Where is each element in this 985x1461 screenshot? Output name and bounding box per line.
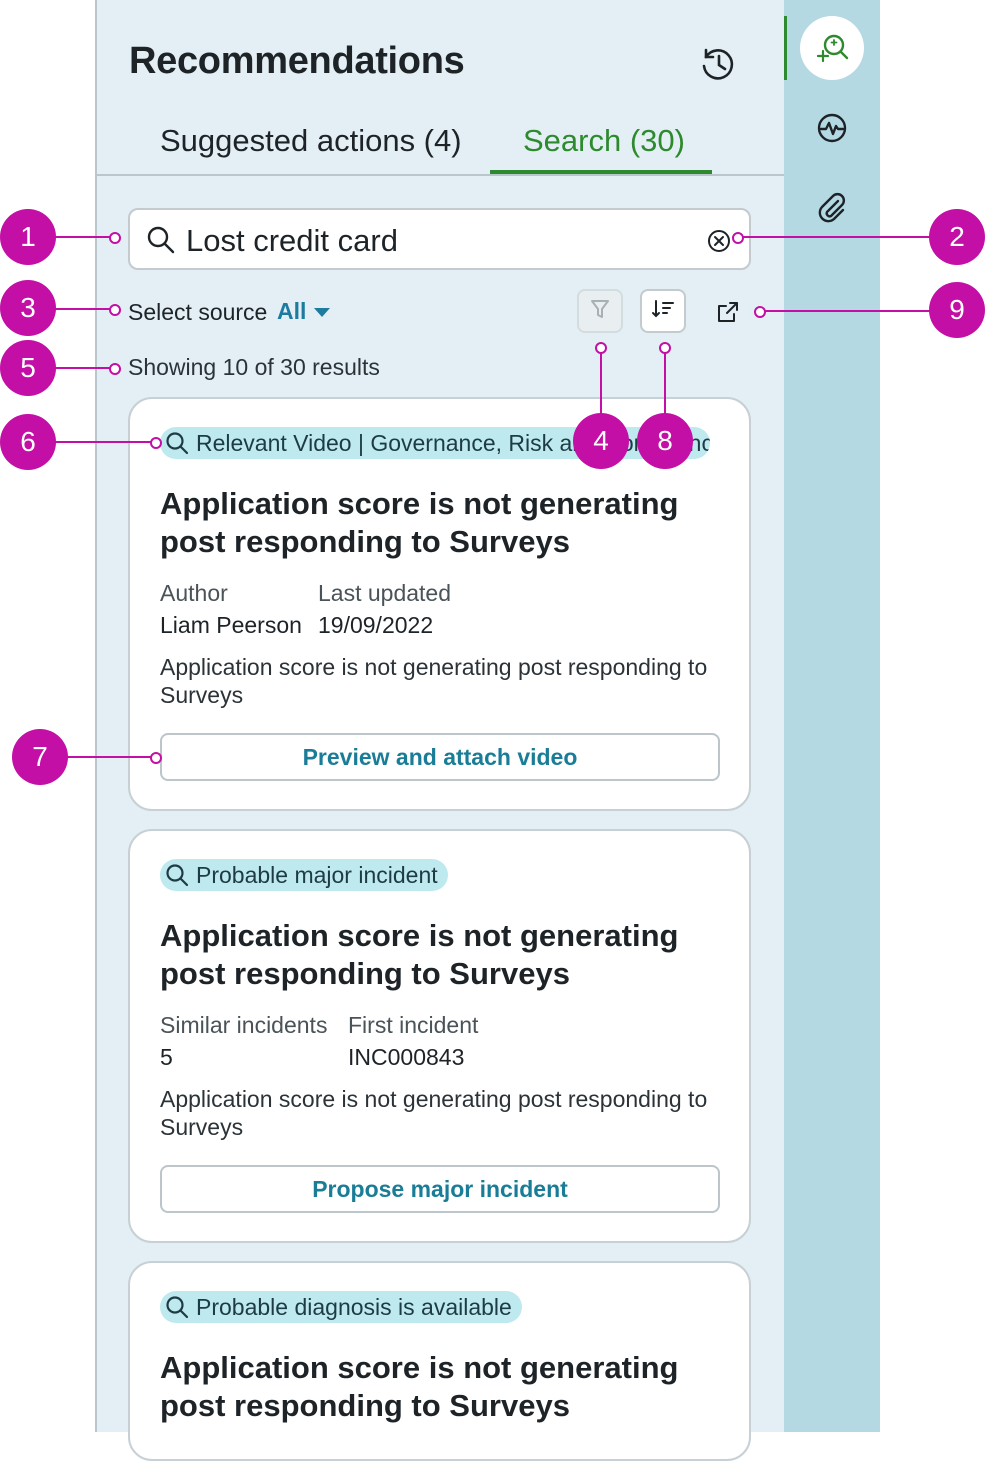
- last-updated-value: 19/09/2022: [318, 612, 434, 638]
- ai-search-icon[interactable]: [800, 16, 864, 80]
- source-label: Select source: [128, 299, 268, 325]
- author-label: Author: [160, 580, 228, 606]
- search-icon: [166, 432, 189, 455]
- callout-badge: 7: [12, 729, 68, 785]
- callout-anchor: [109, 363, 121, 375]
- callout-anchor: [732, 232, 744, 244]
- callout-badge: 9: [929, 282, 985, 338]
- result-card: Probable major incident Application scor…: [128, 829, 751, 1243]
- callout-badge: 3: [0, 280, 56, 336]
- open-external-icon[interactable]: [716, 300, 740, 329]
- card-tag-text: Probable diagnosis is available: [196, 1293, 512, 1320]
- activity-icon[interactable]: [800, 96, 864, 160]
- source-dropdown[interactable]: All: [277, 298, 306, 325]
- sort-button[interactable]: [640, 289, 686, 333]
- similar-incidents-field: Similar incidents 5: [160, 1009, 327, 1073]
- propose-major-incident-button[interactable]: Propose major incident: [160, 1165, 720, 1213]
- rail-active-indicator: [784, 16, 787, 80]
- author-value: Liam Peerson: [160, 612, 302, 638]
- card-title: Application score is not generating post…: [160, 918, 679, 991]
- callout-anchor: [150, 752, 162, 764]
- tabs-divider: [95, 174, 784, 176]
- callout-badge: 4: [573, 413, 629, 469]
- first-incident-field: First incident INC000843: [348, 1009, 478, 1073]
- last-updated-field: Last updated 19/09/2022: [318, 577, 451, 641]
- callout-badge: 2: [929, 209, 985, 265]
- callout-leader: [50, 236, 112, 238]
- card-tag-text: Relevant Video | Governance, Risk and Co…: [196, 429, 710, 456]
- filter-icon: [589, 298, 611, 325]
- clear-circle-icon[interactable]: [707, 229, 731, 258]
- callout-anchor: [659, 342, 671, 354]
- preview-attach-video-button[interactable]: Preview and attach video: [160, 733, 720, 781]
- tab-search[interactable]: Search (30): [523, 123, 685, 159]
- callout-leader: [762, 310, 940, 312]
- callout-badge: 5: [0, 340, 56, 396]
- results-count: Showing 10 of 30 results: [128, 354, 380, 380]
- attachment-icon[interactable]: [800, 176, 864, 240]
- callout-leader: [62, 756, 152, 758]
- similar-incidents-label: Similar incidents: [160, 1012, 328, 1038]
- filter-button[interactable]: [577, 289, 623, 333]
- caret-down-icon[interactable]: [314, 308, 330, 317]
- search-icon: [166, 1296, 189, 1319]
- card-tag: Probable diagnosis is available: [160, 1291, 522, 1323]
- callout-badge: 8: [637, 413, 693, 469]
- page-title: Recommendations: [129, 40, 465, 82]
- card-title: Application score is not generating post…: [160, 1350, 679, 1423]
- first-incident-label: First incident: [348, 1012, 479, 1038]
- tab-active-indicator: [490, 170, 712, 174]
- sort-icon: [651, 297, 675, 326]
- callout-leader: [740, 236, 940, 238]
- search-input[interactable]: Lost credit card: [128, 208, 751, 270]
- callout-leader: [600, 352, 602, 422]
- similar-incidents-value: 5: [160, 1044, 173, 1070]
- callout-badge: 1: [0, 209, 56, 265]
- card-title: Application score is not generating post…: [160, 486, 679, 559]
- callout-anchor: [595, 342, 607, 354]
- callout-badge: 6: [0, 414, 56, 470]
- search-value: Lost credit card: [186, 223, 398, 258]
- tab-suggested-actions[interactable]: Suggested actions (4): [160, 123, 462, 159]
- last-updated-label: Last updated: [318, 580, 452, 606]
- search-icon: [146, 225, 176, 260]
- callout-anchor: [150, 437, 162, 449]
- first-incident-value: INC000843: [348, 1044, 465, 1070]
- callout-anchor: [109, 232, 121, 244]
- callout-leader: [50, 441, 152, 443]
- card-description: Application score is not generating post…: [160, 654, 708, 708]
- author-field: Author Liam Peerson: [160, 577, 302, 641]
- card-tag: Probable major incident: [160, 859, 448, 891]
- card-tag-text: Probable major incident: [196, 861, 438, 888]
- search-icon: [166, 864, 189, 887]
- history-icon[interactable]: [698, 44, 738, 89]
- callout-leader: [664, 352, 666, 422]
- callout-anchor: [754, 306, 766, 318]
- callout-anchor: [109, 304, 121, 316]
- card-description: Application score is not generating post…: [160, 1086, 708, 1140]
- callout-leader: [50, 308, 112, 310]
- callout-leader: [50, 367, 112, 369]
- result-card: Probable diagnosis is available Applicat…: [128, 1261, 751, 1461]
